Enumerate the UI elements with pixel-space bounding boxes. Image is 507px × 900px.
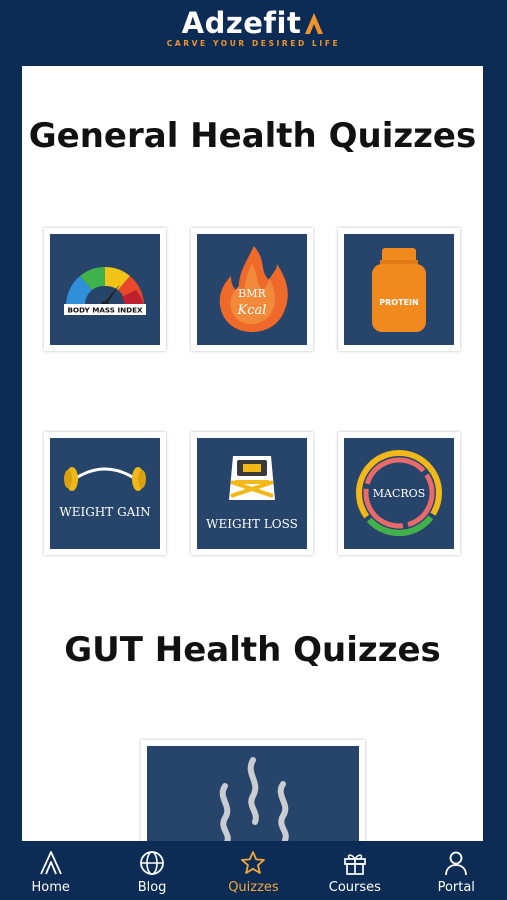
svg-text:MACROS: MACROS xyxy=(373,487,425,500)
macros-quiz-card[interactable]: MACROS xyxy=(338,432,460,555)
bmi-gauge-icon: BODY MASS INDEX xyxy=(64,266,146,315)
nav-blog-label: Blog xyxy=(137,880,167,895)
scale-icon: WEIGHT LOSS xyxy=(206,456,298,531)
gut-health-title: GUT Health Quizzes xyxy=(64,630,441,670)
bmi-image: BODY MASS INDEX xyxy=(50,234,160,345)
steam-food-icon xyxy=(219,757,289,842)
weight-gain-quiz-card[interactable]: WEIGHT GAIN xyxy=(44,432,166,555)
weight-loss-image: WEIGHT LOSS xyxy=(197,438,307,549)
weight-loss-quiz-card[interactable]: WEIGHT LOSS xyxy=(191,432,313,555)
svg-text:WEIGHT LOSS: WEIGHT LOSS xyxy=(206,517,298,531)
brand-logo[interactable]: Adzefit CARVE YOUR DESIRED LIFE xyxy=(0,6,507,48)
protein-quiz-card[interactable]: PROTEIN xyxy=(338,228,460,351)
bmi-quiz-card[interactable]: BODY MASS INDEX xyxy=(44,228,166,351)
user-icon xyxy=(445,851,468,876)
svg-text:BMR: BMR xyxy=(238,287,266,300)
brand-name: Adzefit xyxy=(181,6,302,40)
brand-tagline: CARVE YOUR DESIRED LIFE xyxy=(166,39,341,48)
nav-quizzes[interactable]: Quizzes xyxy=(207,841,299,900)
bottom-nav: Home Blog Quizzes Courses Portal xyxy=(0,841,507,900)
svg-text:Kcal: Kcal xyxy=(237,303,267,318)
protein-jar-icon: PROTEIN xyxy=(372,248,426,332)
barbell-icon: WEIGHT GAIN xyxy=(59,467,151,519)
bmr-quiz-card[interactable]: BMR Kcal xyxy=(191,228,313,351)
flame-icon: BMR Kcal xyxy=(219,246,288,332)
general-health-title: General Health Quizzes xyxy=(28,116,477,156)
gift-icon xyxy=(344,854,366,875)
svg-text:WEIGHT GAIN: WEIGHT GAIN xyxy=(59,505,150,519)
nav-portal[interactable]: Portal xyxy=(410,841,502,900)
weight-gain-image: WEIGHT GAIN xyxy=(50,438,160,549)
macros-image: MACROS xyxy=(344,438,454,549)
star-icon xyxy=(241,851,266,874)
nav-courses[interactable]: Courses xyxy=(309,841,401,900)
nav-quizzes-label: Quizzes xyxy=(228,880,279,895)
adzefit-logo-icon xyxy=(39,851,62,875)
nav-portal-label: Portal xyxy=(437,880,475,895)
gut-health-image xyxy=(147,746,359,842)
svg-text:PROTEIN: PROTEIN xyxy=(379,298,418,307)
globe-icon xyxy=(140,851,164,875)
protein-image: PROTEIN xyxy=(344,234,454,345)
app-header: Adzefit CARVE YOUR DESIRED LIFE xyxy=(0,0,507,62)
macros-ring-icon: MACROS xyxy=(356,450,442,536)
nav-home[interactable]: Home xyxy=(5,841,97,900)
bmr-image: BMR Kcal xyxy=(197,234,307,345)
nav-home-label: Home xyxy=(31,880,70,895)
logo-mark-icon xyxy=(305,13,324,34)
svg-text:BODY MASS INDEX: BODY MASS INDEX xyxy=(67,306,143,315)
nav-blog[interactable]: Blog xyxy=(106,841,198,900)
nav-courses-label: Courses xyxy=(328,880,381,895)
gut-health-quiz-card[interactable] xyxy=(141,740,365,842)
quiz-content-panel: General Health Quizzes BODY MASS INDEX B… xyxy=(22,66,483,842)
